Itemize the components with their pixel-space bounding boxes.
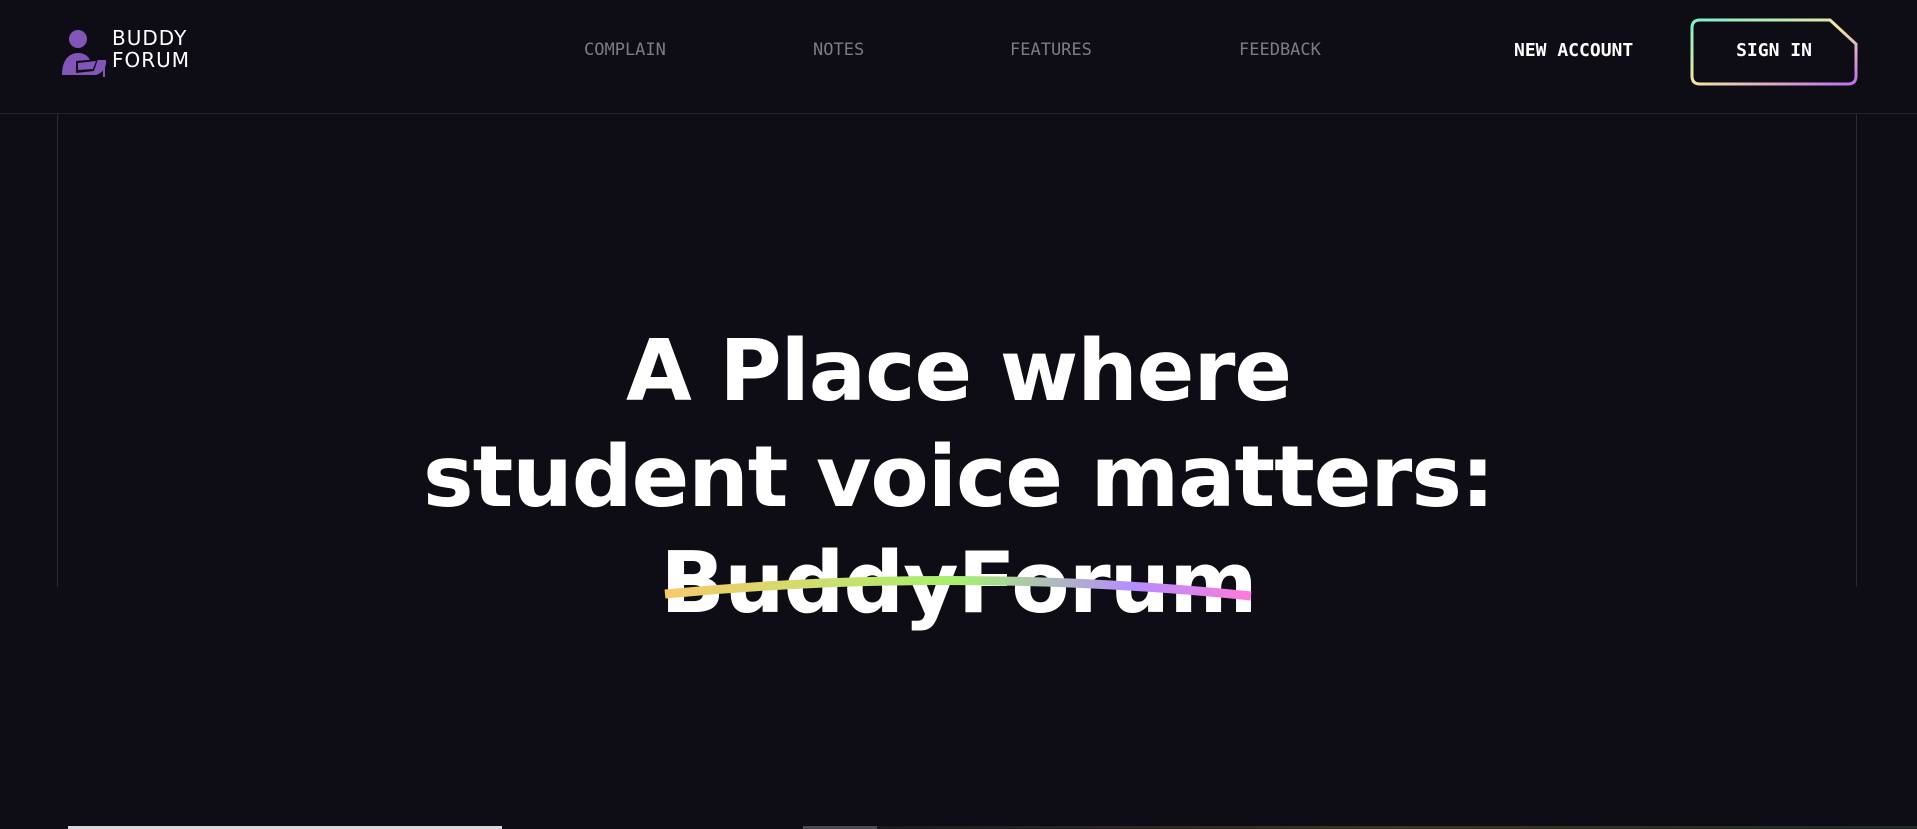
- student-reading-icon: [62, 30, 107, 77]
- nav-link-feedback[interactable]: FEEDBACK: [1239, 40, 1321, 60]
- top-navigation-bar: BUDDY FORUM COMPLAIN NOTES FEATURES FEED…: [0, 0, 1917, 114]
- brand-underline-decoration: [664, 575, 1252, 601]
- hero-line-1: A Place where: [625, 321, 1292, 421]
- buddy-forum-logo[interactable]: BUDDY FORUM: [58, 26, 198, 80]
- new-account-button[interactable]: NEW ACCOUNT: [1514, 40, 1633, 61]
- nav-link-features[interactable]: FEATURES: [1010, 40, 1092, 60]
- sign-in-button[interactable]: SIGN IN: [1690, 18, 1858, 86]
- logo-wordmark: BUDDY FORUM: [112, 27, 190, 71]
- logo-text-line2: FORUM: [112, 48, 191, 72]
- sign-in-label: SIGN IN: [1736, 40, 1812, 61]
- logo-text-line1: BUDDY: [112, 26, 188, 50]
- nav-link-notes[interactable]: NOTES: [813, 40, 864, 60]
- nav-link-complain[interactable]: COMPLAIN: [584, 40, 666, 60]
- hero-line-2: student voice matters:: [423, 427, 1495, 527]
